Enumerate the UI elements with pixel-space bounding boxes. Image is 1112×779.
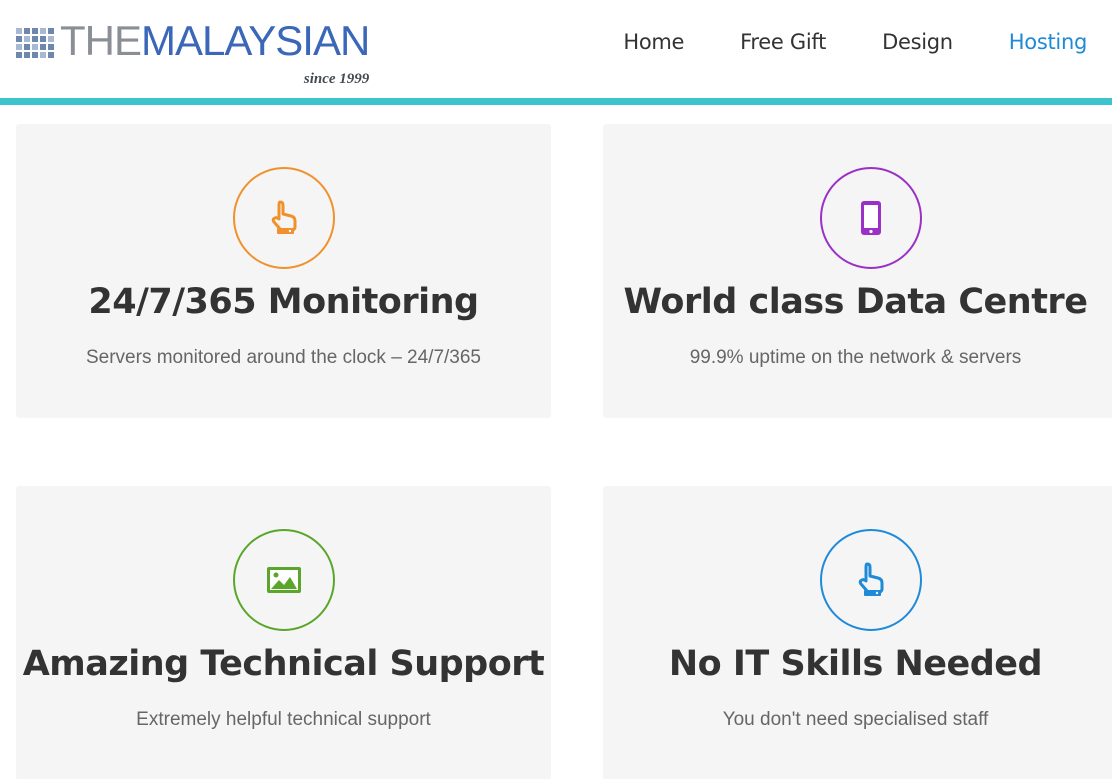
feature-title: World class Data Centre — [623, 282, 1088, 322]
feature-card-monitoring: 24/7/365 Monitoring Servers monitored ar… — [16, 124, 551, 417]
mobile-phone-icon — [861, 201, 881, 235]
feature-icon-circle — [820, 167, 922, 269]
feature-description: Extremely helpful technical support — [136, 709, 431, 730]
nav-free-gift[interactable]: Free Gift — [740, 30, 826, 54]
feature-icon-circle — [232, 529, 335, 631]
logo-grid-icon — [16, 28, 54, 58]
feature-title: No IT Skills Needed — [668, 644, 1043, 684]
feature-card-data-centre: World class Data Centre 99.9% uptime on … — [603, 124, 1112, 417]
feature-icon-circle — [820, 529, 922, 631]
logo-tagline: since 1999 — [303, 71, 370, 87]
logo-wordmark: THEMALAYSIAN since 1999 — [60, 17, 370, 88]
nav-hosting[interactable]: Hosting — [1009, 30, 1088, 54]
header-accent-bar — [0, 98, 1112, 105]
site-logo[interactable]: THEMALAYSIAN since 1999 — [16, 17, 370, 88]
image-icon — [266, 567, 301, 593]
pointing-hand-icon — [858, 562, 884, 596]
pointing-hand-icon — [271, 200, 296, 234]
feature-description: You don't need specialised staff — [722, 709, 989, 730]
main-nav: Home Free Gift Design Hosting — [623, 30, 1087, 54]
feature-title: Amazing Technical Support — [22, 644, 545, 684]
feature-description: Servers monitored around the clock – 24/… — [85, 347, 481, 368]
site-header: THEMALAYSIAN since 1999 Home Free Gift D… — [0, 0, 1112, 98]
feature-description: 99.9% uptime on the network & servers — [689, 347, 1022, 368]
nav-design[interactable]: Design — [882, 30, 953, 54]
logo-prefix: THE — [60, 17, 142, 64]
feature-icon-circle — [232, 167, 335, 269]
feature-title: 24/7/365 Monitoring — [88, 282, 479, 322]
nav-home[interactable]: Home — [623, 30, 684, 54]
feature-card-technical-support: Amazing Technical Support Extremely help… — [16, 486, 551, 779]
feature-card-no-it-skills: No IT Skills Needed You don't need speci… — [603, 486, 1112, 779]
